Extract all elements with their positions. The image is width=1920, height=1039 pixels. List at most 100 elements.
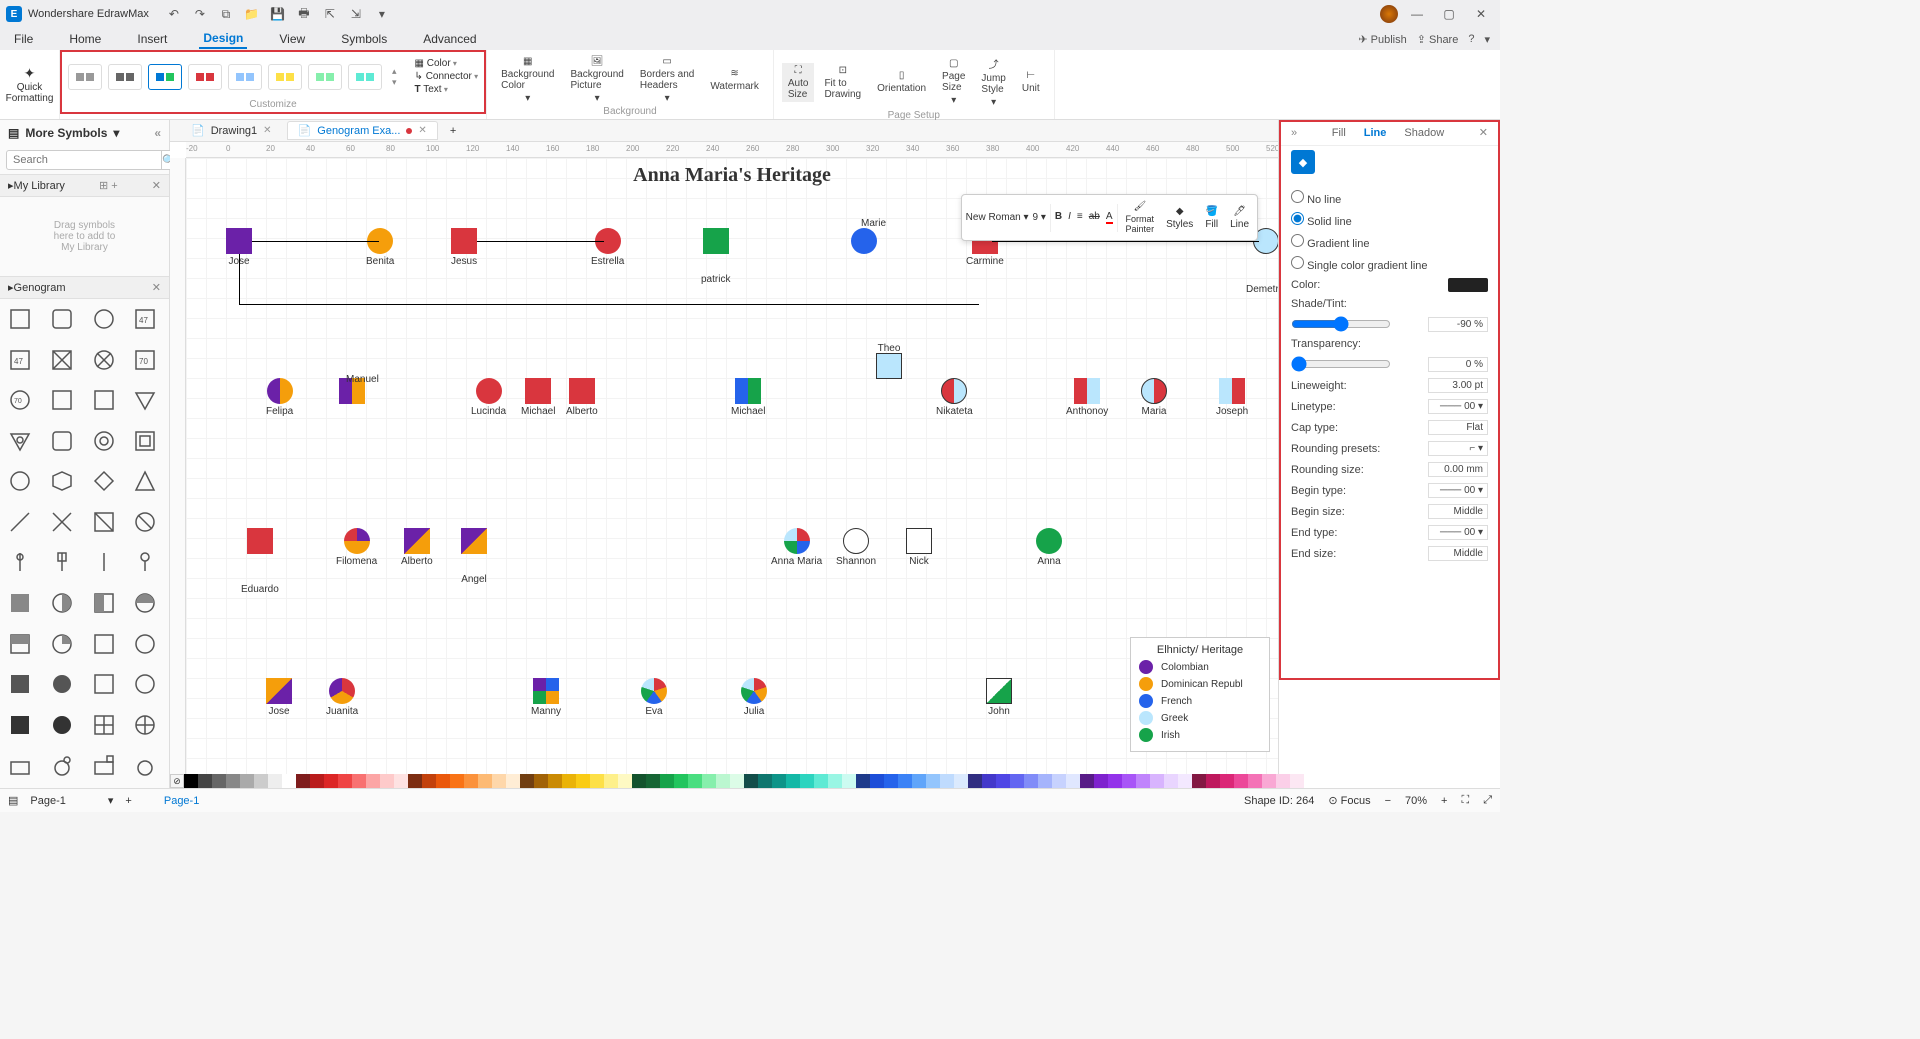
color-dropdown[interactable]: ▦ Color xyxy=(415,58,479,69)
avatar[interactable] xyxy=(1380,5,1398,23)
color-swatch[interactable] xyxy=(240,774,254,788)
tab-close-icon[interactable]: ✕ xyxy=(263,125,271,136)
sym[interactable] xyxy=(46,344,78,376)
sym[interactable] xyxy=(129,546,161,578)
color-swatch[interactable] xyxy=(954,774,968,788)
rounding-preset[interactable]: ⌐ ▾ xyxy=(1428,441,1488,456)
fit-icon[interactable]: ⛶ xyxy=(1461,794,1469,807)
color-swatch[interactable] xyxy=(436,774,450,788)
color-swatch[interactable] xyxy=(1052,774,1066,788)
linetype-value[interactable]: ─── 00 ▾ xyxy=(1428,399,1488,414)
sym[interactable] xyxy=(4,587,36,619)
theme-3[interactable] xyxy=(148,64,182,90)
theme-5[interactable] xyxy=(228,64,262,90)
sym[interactable] xyxy=(88,344,120,376)
color-swatch[interactable] xyxy=(1448,278,1488,292)
sym[interactable] xyxy=(46,709,78,741)
strike-icon[interactable]: ab xyxy=(1089,211,1100,224)
sym[interactable] xyxy=(4,303,36,335)
theme-1[interactable] xyxy=(68,64,102,90)
sym[interactable] xyxy=(129,587,161,619)
color-swatch[interactable] xyxy=(1150,774,1164,788)
sym[interactable] xyxy=(46,587,78,619)
bold-icon[interactable]: B xyxy=(1055,211,1062,224)
fullscreen-icon[interactable]: ⤢ xyxy=(1483,794,1492,807)
sym[interactable] xyxy=(88,465,120,497)
canvas[interactable]: Anna Maria's Heritage Jose Benita Jesus … xyxy=(186,158,1278,774)
sym[interactable] xyxy=(46,506,78,538)
fill-button[interactable]: 🪣Fill xyxy=(1201,204,1222,232)
borders-button[interactable]: ▭Borders and Headers▾ xyxy=(634,54,700,106)
collapse-right-icon[interactable]: » xyxy=(1291,127,1297,139)
shade-value[interactable]: -90 % xyxy=(1428,317,1488,332)
tab-genogram[interactable]: 📄Genogram Exa...✕ xyxy=(287,121,438,140)
sym[interactable] xyxy=(46,749,78,781)
sym[interactable] xyxy=(88,709,120,741)
theme-7[interactable] xyxy=(308,64,342,90)
auto-size-button[interactable]: ⛶Auto Size xyxy=(782,63,815,102)
search-input[interactable] xyxy=(6,150,162,170)
color-swatch[interactable] xyxy=(1024,774,1038,788)
shade-slider[interactable] xyxy=(1291,316,1391,332)
help-icon[interactable]: ? xyxy=(1468,33,1474,45)
legend[interactable]: Elhnicty/ Heritage Colombian Dominican R… xyxy=(1130,637,1270,752)
more-icon[interactable]: ▾ xyxy=(373,5,391,23)
menu-advanced[interactable]: Advanced xyxy=(419,30,480,48)
share-link[interactable]: ⇪ Share xyxy=(1417,33,1459,46)
color-swatch[interactable] xyxy=(912,774,926,788)
sym[interactable]: 70 xyxy=(129,344,161,376)
tab-close-icon[interactable]: ✕ xyxy=(418,125,426,136)
color-swatch[interactable] xyxy=(562,774,576,788)
captype-value[interactable]: Flat xyxy=(1428,420,1488,435)
color-swatch[interactable] xyxy=(1276,774,1290,788)
sym[interactable] xyxy=(129,668,161,700)
shape-fill-icon[interactable]: ◆ xyxy=(1291,150,1315,174)
lineweight-value[interactable]: 3.00 pt xyxy=(1428,378,1488,393)
sym[interactable] xyxy=(46,465,78,497)
sym[interactable] xyxy=(129,384,161,416)
sym[interactable]: 47 xyxy=(129,303,161,335)
sym[interactable] xyxy=(4,668,36,700)
color-swatch[interactable] xyxy=(1164,774,1178,788)
color-swatch[interactable] xyxy=(632,774,646,788)
color-swatch[interactable] xyxy=(884,774,898,788)
color-swatch[interactable] xyxy=(1234,774,1248,788)
color-swatch[interactable] xyxy=(394,774,408,788)
color-swatch[interactable] xyxy=(1262,774,1276,788)
rounding-size[interactable]: 0.00 mm xyxy=(1428,462,1488,477)
rp-tab-line[interactable]: Line xyxy=(1364,127,1387,139)
new-icon[interactable]: ⧉ xyxy=(217,5,235,23)
format-painter-button[interactable]: 🖌Format Painter xyxy=(1122,199,1159,236)
sym[interactable] xyxy=(129,425,161,457)
color-swatch[interactable] xyxy=(212,774,226,788)
color-swatch[interactable] xyxy=(870,774,884,788)
color-swatch[interactable] xyxy=(604,774,618,788)
color-swatch[interactable] xyxy=(1290,774,1304,788)
radio-no-line[interactable] xyxy=(1291,190,1304,203)
sym[interactable]: 47 xyxy=(4,344,36,376)
color-swatch[interactable] xyxy=(338,774,352,788)
sym[interactable] xyxy=(46,546,78,578)
color-swatch[interactable] xyxy=(1136,774,1150,788)
fontcolor-icon[interactable]: A xyxy=(1106,211,1113,224)
menu-view[interactable]: View xyxy=(275,30,309,48)
color-swatch[interactable] xyxy=(254,774,268,788)
fit-drawing-button[interactable]: ⊡Fit to Drawing xyxy=(818,63,867,102)
unit-button[interactable]: ⊢Unit xyxy=(1016,68,1046,96)
color-swatch[interactable] xyxy=(772,774,786,788)
color-swatch[interactable] xyxy=(184,774,198,788)
library-dropzone[interactable]: Drag symbols here to add to My Library xyxy=(6,203,163,270)
print-icon[interactable]: 🖶 xyxy=(295,5,313,23)
sym[interactable] xyxy=(88,384,120,416)
import-icon[interactable]: ⇲ xyxy=(347,5,365,23)
bg-picture-button[interactable]: 🖼Background Picture▾ xyxy=(564,54,629,106)
zoom-out-icon[interactable]: − xyxy=(1385,795,1391,807)
color-swatch[interactable] xyxy=(1122,774,1136,788)
sym[interactable] xyxy=(129,709,161,741)
color-swatch[interactable] xyxy=(450,774,464,788)
color-swatch[interactable] xyxy=(408,774,422,788)
sym[interactable] xyxy=(46,425,78,457)
sym[interactable] xyxy=(46,384,78,416)
color-swatch[interactable] xyxy=(268,774,282,788)
color-swatch[interactable] xyxy=(1248,774,1262,788)
